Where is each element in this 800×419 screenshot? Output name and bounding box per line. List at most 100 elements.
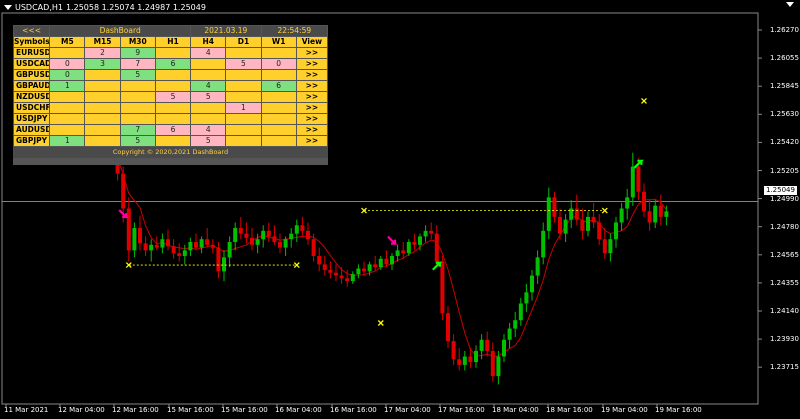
- nav-back-button[interactable]: <<<: [14, 26, 50, 36]
- view-button[interactable]: >>: [296, 125, 327, 135]
- signal-cell[interactable]: [191, 114, 226, 124]
- signal-cell[interactable]: 5: [226, 59, 261, 69]
- x-marker-icon: [293, 262, 300, 269]
- candle-body: [418, 236, 422, 245]
- signal-cell[interactable]: 1: [50, 136, 85, 146]
- signal-cell[interactable]: [226, 81, 261, 91]
- signal-cell[interactable]: 5: [155, 92, 191, 102]
- price-tick-label: 1.25630: [770, 110, 799, 119]
- signal-cell[interactable]: [155, 114, 191, 124]
- signal-cell[interactable]: [261, 136, 296, 146]
- signal-cell[interactable]: [155, 48, 191, 58]
- signal-cell[interactable]: [191, 70, 226, 80]
- symbol-cell[interactable]: USDJPY: [14, 114, 50, 124]
- signal-cell[interactable]: [85, 92, 120, 102]
- signal-cell[interactable]: [155, 70, 191, 80]
- signal-cell[interactable]: [120, 103, 155, 113]
- symbol-cell[interactable]: NZDUSD: [14, 92, 50, 102]
- candle-body: [485, 339, 490, 351]
- signal-cell[interactable]: [155, 136, 191, 146]
- signal-cell[interactable]: [155, 103, 191, 113]
- signal-cell[interactable]: [50, 114, 85, 124]
- signal-cell[interactable]: [191, 103, 226, 113]
- signal-cell[interactable]: [261, 92, 296, 102]
- symbol-cell[interactable]: GBPUSD: [14, 70, 50, 80]
- chart-shift-triangle-icon[interactable]: [786, 2, 794, 7]
- signal-cell[interactable]: [50, 48, 85, 58]
- signal-cell[interactable]: [85, 114, 120, 124]
- signal-cell[interactable]: [226, 114, 261, 124]
- view-button[interactable]: >>: [296, 48, 327, 58]
- chart-menu-triangle-icon[interactable]: [4, 5, 12, 10]
- signal-cell[interactable]: 5: [120, 70, 155, 80]
- view-button[interactable]: >>: [296, 70, 327, 80]
- table-row: GBPAUD 1 4 6 >>: [14, 81, 327, 91]
- signal-cell[interactable]: [50, 103, 85, 113]
- signal-cell[interactable]: [85, 70, 120, 80]
- signal-cell[interactable]: [85, 136, 120, 146]
- symbol-cell[interactable]: USDCHF: [14, 103, 50, 113]
- signal-cell[interactable]: 1: [50, 81, 85, 91]
- signal-cell[interactable]: [226, 136, 261, 146]
- signal-cell[interactable]: [120, 114, 155, 124]
- dashboard-time: 22:54:59: [261, 26, 327, 36]
- signal-cell[interactable]: 0: [50, 59, 85, 69]
- signal-cell[interactable]: [155, 81, 191, 91]
- view-button[interactable]: >>: [296, 136, 327, 146]
- signal-cell[interactable]: 4: [191, 125, 226, 135]
- signal-cell[interactable]: [85, 125, 120, 135]
- signal-cell[interactable]: 1: [226, 103, 261, 113]
- candle-body: [283, 239, 288, 248]
- symbol-cell[interactable]: AUDUSD: [14, 125, 50, 135]
- signal-cell[interactable]: [261, 125, 296, 135]
- signal-cell[interactable]: [120, 81, 155, 91]
- symbol-cell[interactable]: GBPAUD: [14, 81, 50, 91]
- signal-cell[interactable]: 0: [261, 59, 296, 69]
- signal-cell[interactable]: 6: [155, 59, 191, 69]
- view-button[interactable]: >>: [296, 114, 327, 124]
- signal-cell[interactable]: 7: [120, 59, 155, 69]
- symbol-cell[interactable]: USDCAD: [14, 59, 50, 69]
- signal-cell[interactable]: [85, 81, 120, 91]
- view-button[interactable]: >>: [296, 92, 327, 102]
- candle-body: [574, 208, 579, 220]
- signal-cell[interactable]: 5: [191, 136, 226, 146]
- signal-cell[interactable]: 0: [50, 70, 85, 80]
- view-button[interactable]: >>: [296, 81, 327, 91]
- signal-cell[interactable]: [120, 92, 155, 102]
- signal-cell[interactable]: 4: [191, 48, 226, 58]
- signal-cell[interactable]: 3: [85, 59, 120, 69]
- signal-cell[interactable]: [261, 114, 296, 124]
- view-button[interactable]: >>: [296, 59, 327, 69]
- candle-body: [126, 208, 131, 251]
- signal-cell[interactable]: [50, 125, 85, 135]
- signal-cell[interactable]: 2: [85, 48, 120, 58]
- signal-cell[interactable]: [191, 59, 226, 69]
- table-row: AUDUSD 7 6 4 >>: [14, 125, 327, 135]
- moving-average-path: [111, 141, 667, 357]
- signal-cell[interactable]: 4: [191, 81, 226, 91]
- view-button[interactable]: >>: [296, 103, 327, 113]
- candle-body: [395, 250, 400, 256]
- candle-body: [496, 356, 501, 377]
- symbol-cell[interactable]: EURUSD: [14, 48, 50, 58]
- signal-cell[interactable]: [261, 103, 296, 113]
- symbol-cell[interactable]: GBPJPY: [14, 136, 50, 146]
- candle-body: [177, 253, 182, 256]
- signal-cell[interactable]: 5: [191, 92, 226, 102]
- signal-cell[interactable]: [226, 125, 261, 135]
- signal-cell[interactable]: [85, 103, 120, 113]
- signal-cell[interactable]: 6: [261, 81, 296, 91]
- signal-cell[interactable]: [50, 92, 85, 102]
- candle-body: [384, 258, 389, 265]
- signal-cell[interactable]: [226, 48, 261, 58]
- signal-cell[interactable]: [226, 70, 261, 80]
- signal-cell[interactable]: 9: [120, 48, 155, 58]
- signal-cell[interactable]: 5: [120, 136, 155, 146]
- signal-cell[interactable]: 7: [120, 125, 155, 135]
- signal-cell[interactable]: [261, 70, 296, 80]
- signal-cell[interactable]: 6: [155, 125, 191, 135]
- signal-cell[interactable]: [261, 48, 296, 58]
- candle-body: [423, 230, 428, 237]
- signal-cell[interactable]: [226, 92, 261, 102]
